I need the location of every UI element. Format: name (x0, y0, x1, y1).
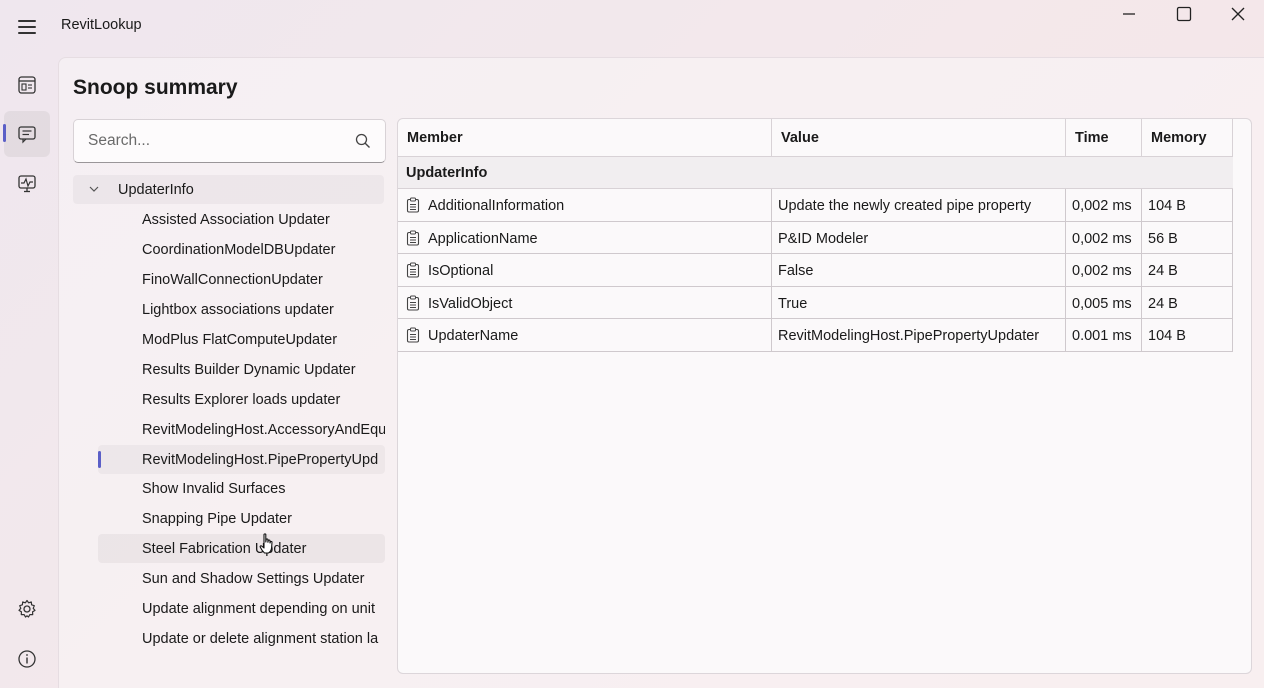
column-header-time[interactable]: Time (1066, 119, 1142, 157)
nav-snoop-summary-button[interactable] (4, 111, 50, 157)
member-value: RevitModelingHost.PipePropertyUpdater (772, 319, 1066, 351)
settings-icon (18, 599, 36, 618)
member-time: 0.001 ms (1066, 319, 1142, 351)
search-box[interactable] (73, 119, 386, 163)
tree-item[interactable]: Assisted Association Updater (98, 205, 385, 234)
member-memory: 24 B (1142, 286, 1233, 319)
table-row[interactable]: IsValidObject True 0,005 ms 24 B (398, 286, 1233, 319)
app-title: RevitLookup (61, 17, 142, 33)
table-row[interactable]: UpdaterName RevitModelingHost.PipeProper… (398, 319, 1233, 352)
events-monitor-icon (18, 175, 36, 193)
group-header-row: UpdaterInfo (398, 157, 1233, 189)
tree-item[interactable]: CoordinationModelDBUpdater (98, 235, 385, 264)
table-row[interactable]: IsOptional False 0,002 ms 24 B (398, 254, 1233, 287)
object-tree: UpdaterInfo Assisted Association Updater… (73, 175, 385, 655)
members-grid: Member Value Time Memory UpdaterInfo Add… (397, 118, 1252, 674)
tree-item[interactable]: Update or delete alignment station la (98, 624, 385, 653)
member-value: False (772, 254, 1066, 286)
selection-indicator (98, 451, 101, 468)
hand-cursor-icon (259, 533, 273, 554)
clipboard-icon (406, 295, 420, 311)
title-bar: RevitLookup (0, 0, 1264, 52)
info-icon (18, 650, 36, 668)
nav-settings-button[interactable] (4, 586, 50, 632)
group-header-label: UpdaterInfo (406, 165, 488, 181)
clipboard-icon (406, 230, 420, 246)
member-memory: 104 B (1142, 319, 1233, 351)
tree-root-node[interactable]: UpdaterInfo (73, 175, 384, 204)
member-name: IsValidObject (428, 295, 513, 312)
tree-item[interactable]: Steel Fabrication Updater (98, 534, 385, 563)
search-input[interactable] (74, 120, 344, 162)
page-title: Snoop summary (73, 76, 238, 99)
nav-about-button[interactable] (4, 636, 50, 682)
member-memory: 56 B (1142, 221, 1233, 254)
member-name: UpdaterName (428, 328, 519, 344)
snoop-summary-icon (18, 126, 36, 144)
member-name: ApplicationName (428, 230, 538, 247)
column-header-memory[interactable]: Memory (1142, 119, 1233, 157)
search-icon[interactable] (355, 133, 371, 149)
member-time: 0,002 ms (1066, 189, 1142, 221)
member-name: IsOptional (428, 263, 494, 279)
tree-item[interactable]: Update alignment depending on unit (98, 594, 385, 623)
hamburger-menu-icon[interactable] (14, 14, 40, 40)
tree-item[interactable]: RevitModelingHost.AccessoryAndEqu (98, 415, 385, 444)
nav-events-monitor-button[interactable] (4, 161, 50, 207)
table-row[interactable]: AdditionalInformation Update the newly c… (398, 189, 1233, 222)
minimize-button[interactable] (1102, 0, 1156, 30)
tree-item[interactable]: Snapping Pipe Updater (98, 504, 385, 533)
member-value: True (772, 286, 1066, 319)
nav-dashboard-button[interactable] (4, 62, 50, 108)
tree-item[interactable]: Show Invalid Surfaces (98, 474, 385, 503)
clipboard-icon (406, 197, 420, 213)
tree-item[interactable]: ModPlus FlatComputeUpdater (98, 325, 385, 354)
clipboard-icon (406, 327, 420, 343)
maximize-button[interactable] (1157, 0, 1211, 30)
tree-item-selected[interactable]: RevitModelingHost.PipePropertyUpd (98, 445, 385, 474)
tree-root-label: UpdaterInfo (118, 182, 194, 198)
tree-item[interactable]: Lightbox associations updater (98, 295, 385, 324)
member-time: 0,005 ms (1066, 286, 1142, 319)
close-icon (1231, 7, 1245, 21)
member-memory: 104 B (1142, 189, 1233, 221)
close-button[interactable] (1211, 0, 1264, 30)
minimize-icon (1123, 13, 1135, 15)
tree-item[interactable]: Sun and Shadow Settings Updater (98, 564, 385, 593)
member-memory: 24 B (1142, 254, 1233, 286)
member-time: 0,002 ms (1066, 221, 1142, 254)
nav-selection-indicator (3, 124, 6, 142)
dashboard-icon (18, 76, 36, 94)
chevron-down-icon[interactable] (88, 183, 100, 195)
tree-item[interactable]: FinoWallConnectionUpdater (98, 265, 385, 294)
member-name: AdditionalInformation (428, 198, 565, 214)
column-header-value[interactable]: Value (772, 119, 1066, 157)
maximize-icon (1176, 6, 1192, 22)
member-value: P&ID Modeler (772, 221, 1066, 254)
tree-item[interactable]: Results Builder Dynamic Updater (98, 355, 385, 384)
table-row[interactable]: ApplicationName P&ID Modeler 0,002 ms 56… (398, 221, 1233, 254)
member-time: 0,002 ms (1066, 254, 1142, 286)
clipboard-icon (406, 262, 420, 278)
tree-item[interactable]: Results Explorer loads updater (98, 385, 385, 414)
grid-header: Member Value Time Memory (398, 119, 1233, 157)
column-header-member[interactable]: Member (398, 119, 772, 157)
member-value: Update the newly created pipe property (772, 189, 1066, 221)
